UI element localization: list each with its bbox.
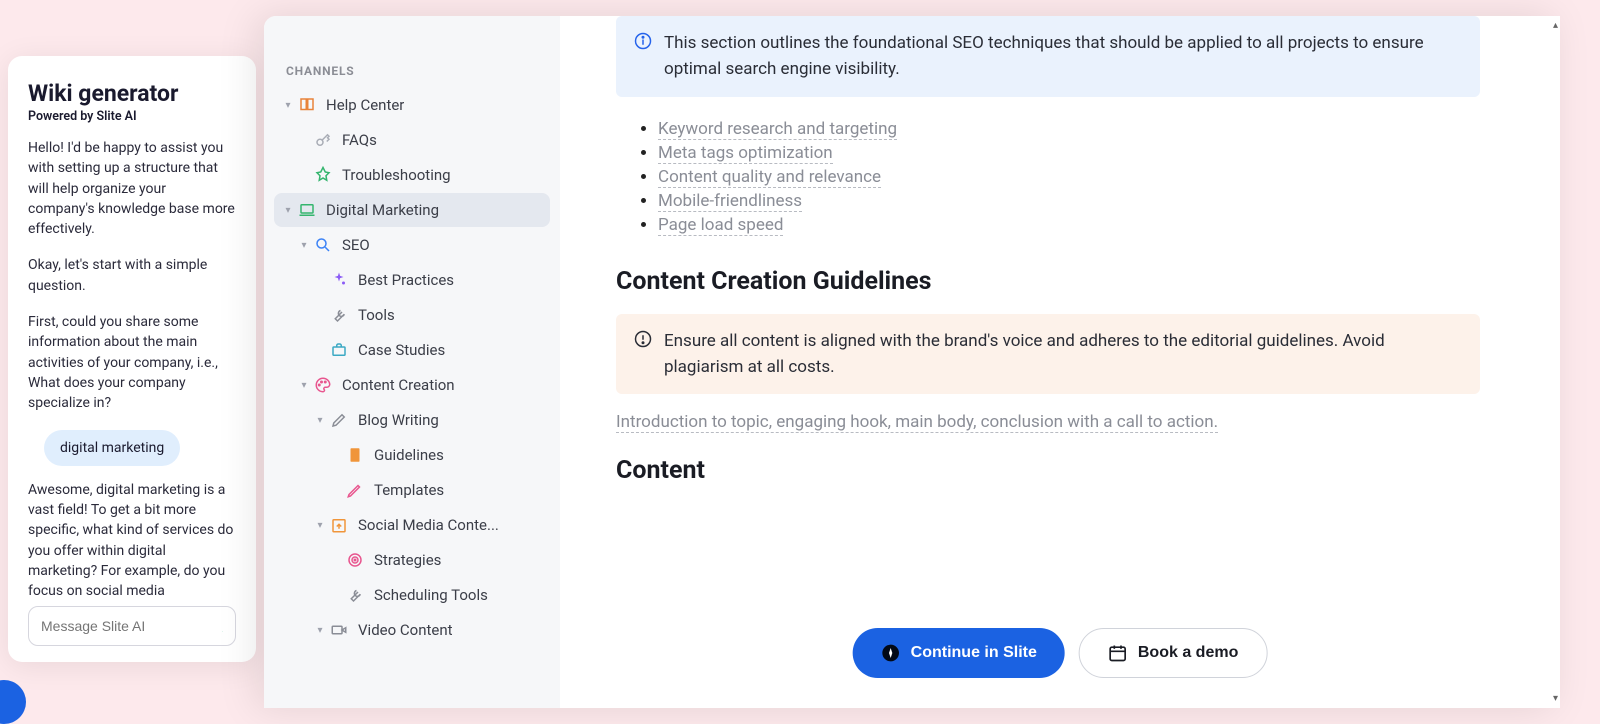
pencil-icon: [344, 480, 366, 500]
document-content: This section outlines the foundational S…: [560, 16, 1560, 708]
chat-message: Awesome, digital marketing is a vast fie…: [28, 480, 236, 598]
sidebar-item-label: Social Media Conte...: [358, 516, 499, 534]
sidebar-item-label: SEO: [342, 236, 370, 254]
calendar-up-icon: [328, 515, 350, 535]
sidebar-item-label: Troubleshooting: [342, 166, 451, 184]
app-window: CHANNELS ▾ Help Center FAQs Troubleshooting…: [264, 16, 1560, 708]
chat-message: Okay, let's start with a simple question…: [28, 255, 236, 296]
sidebar-item-label: Help Center: [326, 96, 404, 114]
palette-icon: [312, 375, 334, 395]
sparkle-icon: [328, 270, 350, 290]
bullet-link[interactable]: Mobile-friendliness: [658, 191, 802, 212]
sidebar-item-faqs[interactable]: FAQs: [274, 123, 550, 157]
floating-action-button[interactable]: [0, 680, 26, 724]
intro-link[interactable]: Introduction to topic, engaging hook, ma…: [616, 412, 1218, 433]
sidebar-item-templates[interactable]: Templates: [274, 473, 550, 507]
info-icon: [634, 32, 652, 83]
info-callout-text: This section outlines the foundational S…: [664, 30, 1462, 83]
sidebar-item-tools[interactable]: Tools: [274, 298, 550, 332]
chat-message: Hello! I'd be happy to assist you with s…: [28, 138, 236, 239]
bullet-link[interactable]: Meta tags optimization: [658, 143, 833, 164]
book-demo-button[interactable]: Book a demo: [1079, 628, 1267, 678]
sidebar-section-label: CHANNELS: [264, 64, 560, 78]
chevron-down-icon[interactable]: ▾: [312, 415, 328, 426]
video-icon: [328, 620, 350, 640]
sidebar-item-social-media-conte[interactable]: ▾ Social Media Conte...: [274, 508, 550, 542]
book-icon: [296, 95, 318, 115]
sidebar-item-best-practices[interactable]: Best Practices: [274, 263, 550, 297]
sidebar-item-label: Scheduling Tools: [374, 586, 488, 604]
chat-subtitle: Powered by Slite AI: [28, 109, 236, 124]
compass-icon: [881, 643, 901, 663]
sidebar-item-guidelines[interactable]: Guidelines: [274, 438, 550, 472]
sidebar-item-blog-writing[interactable]: ▾ Blog Writing: [274, 403, 550, 437]
briefcase-icon: [328, 340, 350, 360]
sidebar-item-scheduling-tools[interactable]: Scheduling Tools: [274, 578, 550, 612]
chat-messages: Hello! I'd be happy to assist you with s…: [28, 138, 236, 598]
sidebar-item-label: Strategies: [374, 551, 441, 569]
chat-panel: Wiki generator Powered by Slite AI Hello…: [8, 56, 256, 662]
bullet-link[interactable]: Page load speed: [658, 215, 783, 236]
search-icon: [312, 235, 334, 255]
sidebar-item-label: Video Content: [358, 621, 453, 639]
sidebar-item-label: Case Studies: [358, 341, 445, 359]
sidebar-item-label: FAQs: [342, 131, 377, 149]
continue-button[interactable]: Continue in Slite: [853, 628, 1065, 678]
chat-title: Wiki generator: [28, 80, 236, 107]
heading-content: Content: [616, 456, 1480, 485]
info-callout: This section outlines the foundational S…: [616, 16, 1480, 97]
continue-button-label: Continue in Slite: [911, 644, 1037, 662]
sidebar-item-label: Blog Writing: [358, 411, 439, 429]
sidebar-item-label: Content Creation: [342, 376, 455, 394]
bullet-link[interactable]: Content quality and relevance: [658, 167, 881, 188]
laptop-icon: [296, 200, 318, 220]
sidebar-item-label: Templates: [374, 481, 444, 499]
warning-callout: Ensure all content is aligned with the b…: [616, 314, 1480, 395]
chevron-down-icon[interactable]: ▾: [312, 625, 328, 636]
sidebar-item-video-content[interactable]: ▾ Video Content: [274, 613, 550, 647]
scroll-up-icon[interactable]: ▴: [1553, 20, 1558, 31]
book-solid-icon: [344, 445, 366, 465]
key-icon: [312, 130, 334, 150]
chevron-down-icon[interactable]: ▾: [280, 205, 296, 216]
chat-message: First, could you share some information …: [28, 312, 236, 413]
chat-input-container[interactable]: [28, 606, 236, 646]
wrench2-icon: [344, 585, 366, 605]
bullet-link[interactable]: Keyword research and targeting: [658, 119, 897, 140]
pin-icon: [312, 165, 334, 185]
sidebar-item-label: Digital Marketing: [326, 201, 439, 219]
sidebar[interactable]: CHANNELS ▾ Help Center FAQs Troubleshooting…: [264, 16, 560, 708]
sidebar-item-strategies[interactable]: Strategies: [274, 543, 550, 577]
cta-bar: Continue in Slite Book a demo: [853, 628, 1268, 678]
wrench-icon: [328, 305, 350, 325]
target-icon: [344, 550, 366, 570]
scroll-down-icon[interactable]: ▾: [1553, 693, 1558, 704]
chat-user-message: digital marketing: [44, 430, 180, 466]
pen-icon: [328, 410, 350, 430]
heading-content-creation: Content Creation Guidelines: [616, 267, 1480, 296]
sidebar-item-seo[interactable]: ▾ SEO: [274, 228, 550, 262]
calendar-icon: [1108, 643, 1128, 663]
bullet-list: Keyword research and targeting Meta tags…: [658, 117, 1480, 237]
sidebar-item-help-center[interactable]: ▾ Help Center: [274, 88, 550, 122]
warning-callout-text: Ensure all content is aligned with the b…: [664, 328, 1462, 381]
sidebar-item-label: Guidelines: [374, 446, 444, 464]
content-scrollbar[interactable]: ▴ ▾: [1544, 16, 1560, 708]
chevron-down-icon[interactable]: ▾: [312, 520, 328, 531]
warning-icon: [634, 330, 652, 381]
chat-input[interactable]: [41, 618, 222, 634]
chevron-down-icon[interactable]: ▾: [296, 240, 312, 251]
sidebar-item-label: Tools: [358, 306, 395, 324]
book-demo-button-label: Book a demo: [1138, 644, 1238, 662]
chevron-down-icon[interactable]: ▾: [280, 100, 296, 111]
chevron-down-icon[interactable]: ▾: [296, 380, 312, 391]
sidebar-item-digital-marketing[interactable]: ▾ Digital Marketing: [274, 193, 550, 227]
sidebar-item-content-creation[interactable]: ▾ Content Creation: [274, 368, 550, 402]
sidebar-item-label: Best Practices: [358, 271, 454, 289]
sidebar-item-case-studies[interactable]: Case Studies: [274, 333, 550, 367]
lightbulb-icon: [222, 617, 223, 635]
sidebar-item-troubleshooting[interactable]: Troubleshooting: [274, 158, 550, 192]
